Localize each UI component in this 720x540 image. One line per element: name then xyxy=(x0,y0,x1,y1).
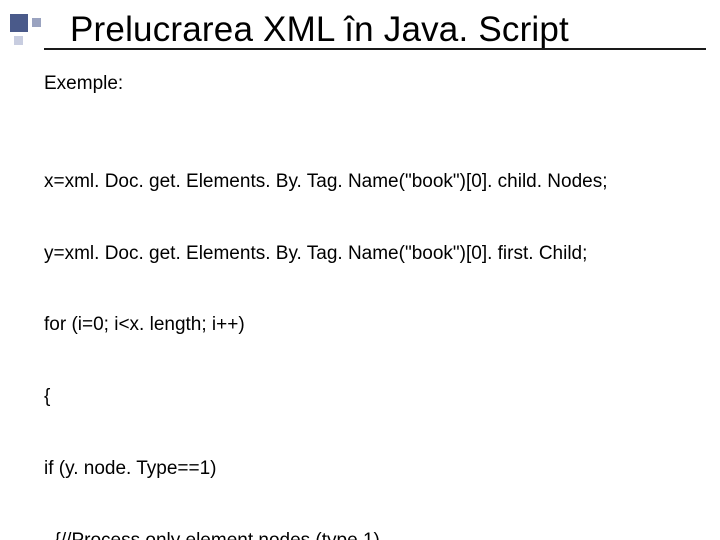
square-icon xyxy=(10,14,28,32)
code-line: y=xml. Doc. get. Elements. By. Tag. Name… xyxy=(44,242,690,266)
code-line: x=xml. Doc. get. Elements. By. Tag. Name… xyxy=(44,170,690,194)
example-label: Exemple: xyxy=(44,72,690,96)
slide: Prelucrarea XML în Java. Script Exemple:… xyxy=(0,0,720,540)
code-line: for (i=0; i<x. length; i++) xyxy=(44,313,690,337)
code-block: x=xml. Doc. get. Elements. By. Tag. Name… xyxy=(44,122,690,540)
title-underline xyxy=(44,48,706,50)
slide-title: Prelucrarea XML în Java. Script xyxy=(70,10,700,50)
slide-body: Exemple: x=xml. Doc. get. Elements. By. … xyxy=(44,72,690,540)
square-icon xyxy=(14,36,23,45)
code-line: {//Process only element nodes (type 1) xyxy=(44,529,690,540)
square-icon xyxy=(32,18,41,27)
corner-decoration xyxy=(10,14,46,50)
code-line: { xyxy=(44,385,690,409)
code-line: if (y. node. Type==1) xyxy=(44,457,690,481)
